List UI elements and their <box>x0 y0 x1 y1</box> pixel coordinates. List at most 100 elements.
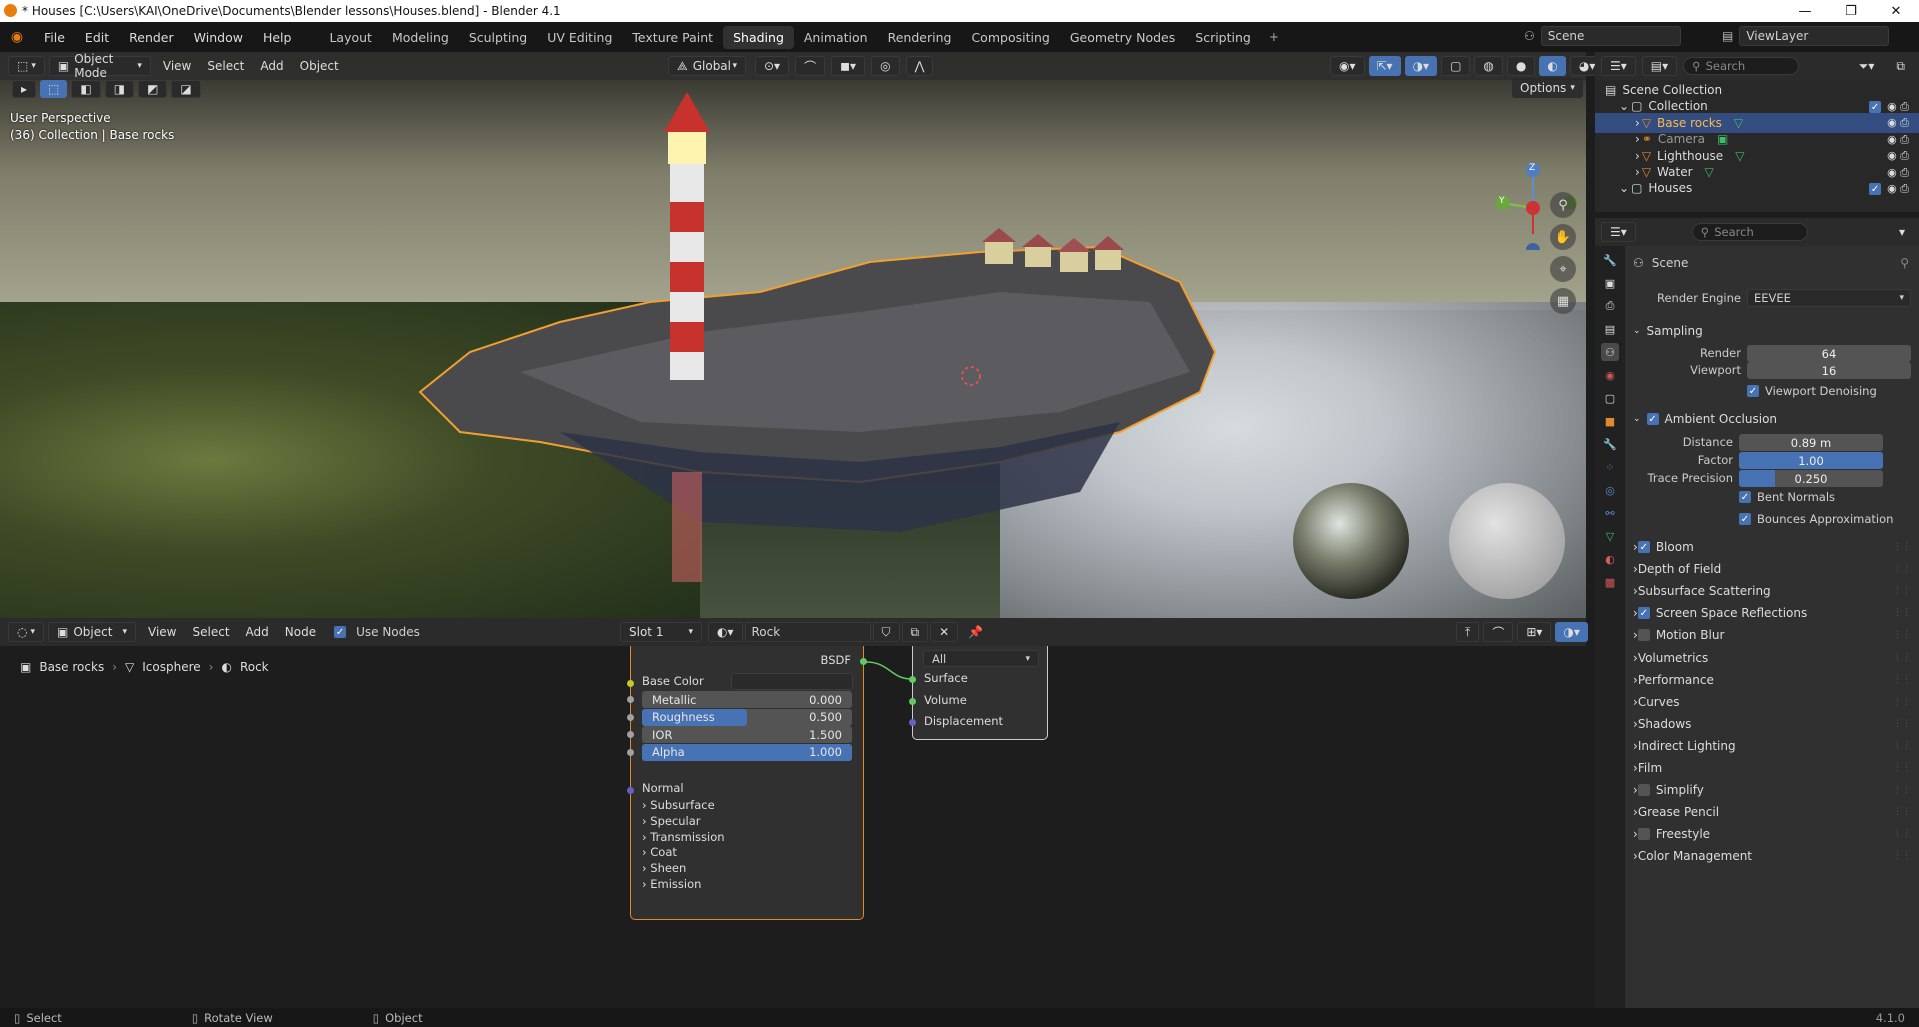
outliner-search[interactable]: ⚲ Search <box>1683 57 1800 75</box>
panel-performance[interactable]: › Performance ⋮⋮ <box>1633 669 1911 691</box>
viewlayer-field[interactable]: ViewLayer <box>1739 26 1890 46</box>
ior-socket[interactable] <box>627 731 634 738</box>
trace-precision-field[interactable]: 0.250 <box>1739 470 1883 487</box>
world-tab-icon[interactable]: ◉ <box>1601 366 1619 384</box>
drag-handle-icon[interactable]: ⋮⋮ <box>1893 763 1911 773</box>
snap-grid-icon[interactable]: ⊞▾ <box>1517 622 1552 642</box>
eye-icon[interactable]: ◉ <box>1887 116 1900 129</box>
node-editor-type-button[interactable]: ◌ ▾ <box>8 622 45 642</box>
chevron-down-icon[interactable]: ⌄ <box>1619 181 1629 195</box>
camera-render-icon[interactable]: ⎙ <box>1900 116 1909 129</box>
panel-color-management[interactable]: › Color Management ⋮⋮ <box>1633 845 1911 867</box>
scene-field[interactable]: Scene <box>1540 26 1681 46</box>
collection-tab-icon[interactable]: ▢ <box>1601 389 1619 407</box>
ao-factor-field[interactable]: 1.00 <box>1739 452 1883 469</box>
tab-rendering[interactable]: Rendering <box>878 26 962 49</box>
base-color-socket[interactable] <box>627 680 634 687</box>
exclude-checkbox[interactable]: ✓ <box>1869 183 1882 196</box>
output-target-dropdown[interactable]: All ▾ <box>923 650 1039 667</box>
subpanel-coat[interactable]: › Coat <box>642 845 677 859</box>
camera-view-icon[interactable]: ⌖ <box>1550 256 1576 282</box>
tab-animation[interactable]: Animation <box>794 26 878 49</box>
panel-film[interactable]: › Film ⋮⋮ <box>1633 757 1911 779</box>
camera-render-icon[interactable]: ⎙ <box>1900 166 1909 179</box>
overlay-toggle-icon[interactable]: ◑▾ <box>1404 56 1438 76</box>
viewport-denoising-toggle[interactable]: ✓ Viewport Denoising <box>1747 384 1877 398</box>
properties-search[interactable]: ⚲ Search <box>1691 223 1808 241</box>
material-name-field[interactable]: Rock <box>744 622 871 642</box>
drag-handle-icon[interactable]: ⋮⋮ <box>1893 542 1911 552</box>
camera-render-icon[interactable]: ⎙ <box>1900 100 1909 113</box>
tool-tab-icon[interactable]: 🔧 <box>1601 251 1619 269</box>
snap-icon[interactable]: ⌒ <box>795 56 826 76</box>
bsdf-output-socket[interactable] <box>860 658 867 665</box>
outliner-editor-icon[interactable]: ☰▾ <box>1601 56 1636 76</box>
viewport-menu-object[interactable]: Object <box>292 56 347 76</box>
metallic-field[interactable]: Metallic 0.000 <box>642 691 852 708</box>
subpanel-sheen[interactable]: › Sheen <box>642 861 686 875</box>
select-subtract-icon[interactable]: ◨ <box>104 80 135 98</box>
sampling-panel-header[interactable]: ⌄ Sampling <box>1633 320 1911 342</box>
eye-icon[interactable]: ◉ <box>1887 149 1900 162</box>
output-tab-icon[interactable]: ⎙ <box>1601 297 1619 315</box>
drag-handle-icon[interactable]: ⋮⋮ <box>1893 653 1911 663</box>
camera-render-icon[interactable]: ⎙ <box>1900 149 1909 162</box>
bloom-checkbox[interactable]: ✓ <box>1637 541 1650 553</box>
pivot-icon[interactable]: ⊙▾ <box>755 56 790 76</box>
data-tab-icon[interactable]: ▽ <box>1601 527 1619 545</box>
transform-orientation-dropdown[interactable]: ⟁ Global ▾ <box>668 56 746 76</box>
tab-modeling[interactable]: Modeling <box>382 26 459 49</box>
drag-handle-icon[interactable]: ⋮⋮ <box>1893 586 1911 596</box>
ao-checkbox[interactable]: ✓ <box>1646 413 1659 425</box>
tab-compositing[interactable]: Compositing <box>961 26 1059 49</box>
add-workspace-icon[interactable]: + <box>1261 30 1287 44</box>
pin-icon[interactable]: 📌 <box>960 622 991 642</box>
particles-tab-icon[interactable]: ⁘ <box>1601 458 1619 476</box>
tab-geometry-nodes[interactable]: Geometry Nodes <box>1060 26 1185 49</box>
normal-socket[interactable] <box>627 787 634 794</box>
chevron-down-icon[interactable]: ▾ <box>1891 222 1913 242</box>
drag-handle-icon[interactable]: ⋮⋮ <box>1893 697 1911 707</box>
visibility-icon[interactable]: ◉▾ <box>1330 56 1365 76</box>
drag-handle-icon[interactable]: ⋮⋮ <box>1893 851 1911 861</box>
object-tab-icon[interactable]: ■ <box>1601 412 1619 430</box>
eye-icon[interactable]: ◉ <box>1887 133 1900 146</box>
tweak-tool-icon[interactable]: ▸ <box>12 80 37 98</box>
viewport-menu-add[interactable]: Add <box>252 56 291 76</box>
render-samples-field[interactable]: 64 <box>1747 345 1911 362</box>
render-tab-icon[interactable]: ▣ <box>1601 274 1619 292</box>
wireframe-shading-icon[interactable]: ◍ <box>1474 56 1503 76</box>
bounces-approx-checkbox[interactable]: ✓ <box>1739 513 1751 525</box>
proportional-edit-icon[interactable]: ◎ <box>871 56 900 76</box>
menu-window[interactable]: Window <box>184 30 253 45</box>
bent-normals-checkbox[interactable]: ✓ <box>1739 491 1751 503</box>
select-extend-icon[interactable]: ◧ <box>71 80 101 98</box>
menu-edit[interactable]: Edit <box>75 30 119 45</box>
roughness-socket[interactable] <box>627 713 634 721</box>
select-intersect-icon[interactable]: ◪ <box>171 80 201 98</box>
volume-socket[interactable] <box>909 698 916 705</box>
panel-freestyle[interactable]: › Freestyle ⋮⋮ <box>1633 823 1911 845</box>
ao-distance-field[interactable]: 0.89 m <box>1739 434 1883 451</box>
physics-tab-icon[interactable]: ◎ <box>1601 481 1619 499</box>
drag-handle-icon[interactable]: ⋮⋮ <box>1893 829 1911 839</box>
material-tab-icon[interactable]: ◐ <box>1601 550 1619 568</box>
subpanel-transmission[interactable]: › Transmission <box>642 830 725 844</box>
surface-socket[interactable] <box>909 676 916 683</box>
3d-viewport[interactable]: User Perspective (36) Collection | Base … <box>0 52 1586 618</box>
modifiers-tab-icon[interactable]: 🔧 <box>1601 435 1619 453</box>
tab-sculpting[interactable]: Sculpting <box>459 26 537 49</box>
falloff-icon[interactable]: ⋀ <box>905 56 934 76</box>
render-engine-dropdown[interactable]: EEVEE ▾ <box>1747 289 1911 307</box>
breadcrumb-material[interactable]: Rock <box>240 660 269 674</box>
breadcrumb-mesh[interactable]: Icosphere <box>142 660 200 674</box>
alpha-socket[interactable] <box>627 748 634 756</box>
alpha-field[interactable]: Alpha 1.000 <box>642 743 852 761</box>
view-layer-tab-icon[interactable]: ▤ <box>1601 320 1619 338</box>
node-menu-node[interactable]: Node <box>277 622 324 642</box>
mode-dropdown[interactable]: ▣ Object Mode ▾ <box>48 52 151 80</box>
chevron-right-icon[interactable]: › <box>1635 116 1640 130</box>
panel-screen-space-reflections[interactable]: › ✓ Screen Space Reflections ⋮⋮ <box>1633 602 1911 624</box>
constraints-tab-icon[interactable]: ⚯ <box>1601 504 1619 522</box>
chevron-down-icon[interactable]: ⌄ <box>1619 99 1629 113</box>
